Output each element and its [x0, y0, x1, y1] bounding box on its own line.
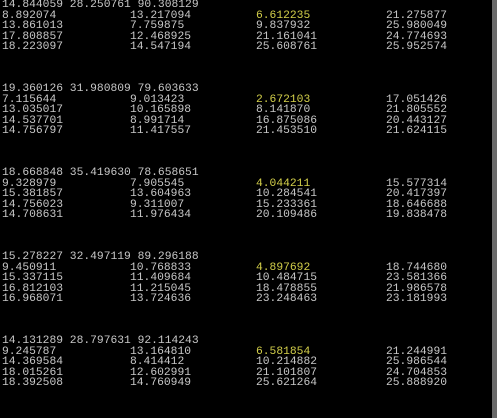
row-value: 8.141870 [256, 104, 311, 116]
row-value: 7.759875 [130, 20, 185, 32]
data-row: 13.035017 10.165898 8.141870 21.805552 [2, 105, 482, 116]
output-block: 18.668848 35.419630 78.658651 9.328979 7.9… [2, 168, 482, 221]
row-value: 14.369584 [2, 356, 64, 368]
row-value: 14.760949 [130, 377, 192, 389]
data-row: 15.337115 11.409684 10.484715 23.581366 [2, 273, 482, 284]
data-row: 18.223097 14.547194 25.608761 25.952574 [2, 42, 482, 53]
row-value: 13.035017 [2, 104, 64, 116]
row-value: 10.284541 [256, 188, 318, 200]
block-header-line: 14.131289 28.797631 92.114243 [2, 335, 199, 347]
row-value: 11.417557 [130, 125, 192, 137]
row-value: 14.756797 [2, 125, 64, 137]
row-value: 13.724636 [130, 293, 192, 305]
row-value: 20.109486 [256, 209, 318, 221]
row-value: 16.968071 [2, 293, 64, 305]
row-value: 15.381857 [2, 188, 64, 200]
row-value: 25.621264 [256, 377, 318, 389]
output-block: 14.844059 28.250761 90.308129 8.892074 13.… [2, 0, 482, 53]
row-value: 20.417397 [386, 188, 448, 200]
row-value: 14.547194 [130, 41, 192, 53]
window-edge [492, 0, 496, 418]
row-value: 10.484715 [256, 272, 318, 284]
row-value: 8.414412 [130, 356, 185, 368]
block-header-line: 19.360126 31.980809 79.603633 [2, 83, 199, 95]
row-value: 23.248463 [256, 293, 318, 305]
data-row: 18.392508 14.760949 25.621264 25.888920 [2, 378, 482, 389]
row-value: 11.409684 [130, 272, 192, 284]
row-value: 25.888920 [386, 377, 448, 389]
row-value: 15.337115 [2, 272, 64, 284]
row-value: 21.453510 [256, 125, 318, 137]
row-value: 23.181993 [386, 293, 448, 305]
output-block: 19.360126 31.980809 79.603633 7.115644 9.0… [2, 84, 482, 137]
row-value: 25.952574 [386, 41, 448, 53]
row-value: 13.604963 [130, 188, 192, 200]
block-header-line: 14.844059 28.250761 90.308129 [2, 0, 199, 11]
output-block: 15.278227 32.497119 89.296188 9.450911 10.… [2, 252, 482, 305]
row-value: 14.708631 [2, 209, 64, 221]
data-row: 16.968071 13.724636 23.248463 23.181993 [2, 294, 482, 305]
row-value: 21.805552 [386, 104, 448, 116]
row-value: 19.838478 [386, 209, 448, 221]
row-value: 10.165898 [130, 104, 192, 116]
row-value: 25.608761 [256, 41, 318, 53]
console-output: 14.844059 28.250761 90.308129 8.892074 13.… [0, 0, 497, 418]
data-row: 14.369584 8.414412 10.214882 25.986544 [2, 357, 482, 368]
output-block: 14.131289 28.797631 92.114243 9.245787 13.… [2, 336, 482, 389]
row-value: 21.624115 [386, 125, 448, 137]
row-value: 10.214882 [256, 356, 318, 368]
block-header-line: 18.668848 35.419630 78.658651 [2, 167, 199, 179]
row-value: 18.392508 [2, 377, 64, 389]
data-row: 14.708631 11.976434 20.109486 19.838478 [2, 210, 482, 221]
row-value: 18.223097 [2, 41, 64, 53]
row-value: 11.976434 [130, 209, 192, 221]
data-row: 15.381857 13.604963 10.284541 20.417397 [2, 189, 482, 200]
data-row: 14.756797 11.417557 21.453510 21.624115 [2, 126, 482, 137]
row-value: 23.581366 [386, 272, 448, 284]
row-value: 25.980049 [386, 20, 448, 32]
row-value: 13.861013 [2, 20, 64, 32]
block-header-line: 15.278227 32.497119 89.296188 [2, 251, 199, 263]
row-value: 25.986544 [386, 356, 448, 368]
row-value: 9.837932 [256, 20, 311, 32]
data-row: 13.861013 7.759875 9.837932 25.980049 [2, 21, 482, 32]
